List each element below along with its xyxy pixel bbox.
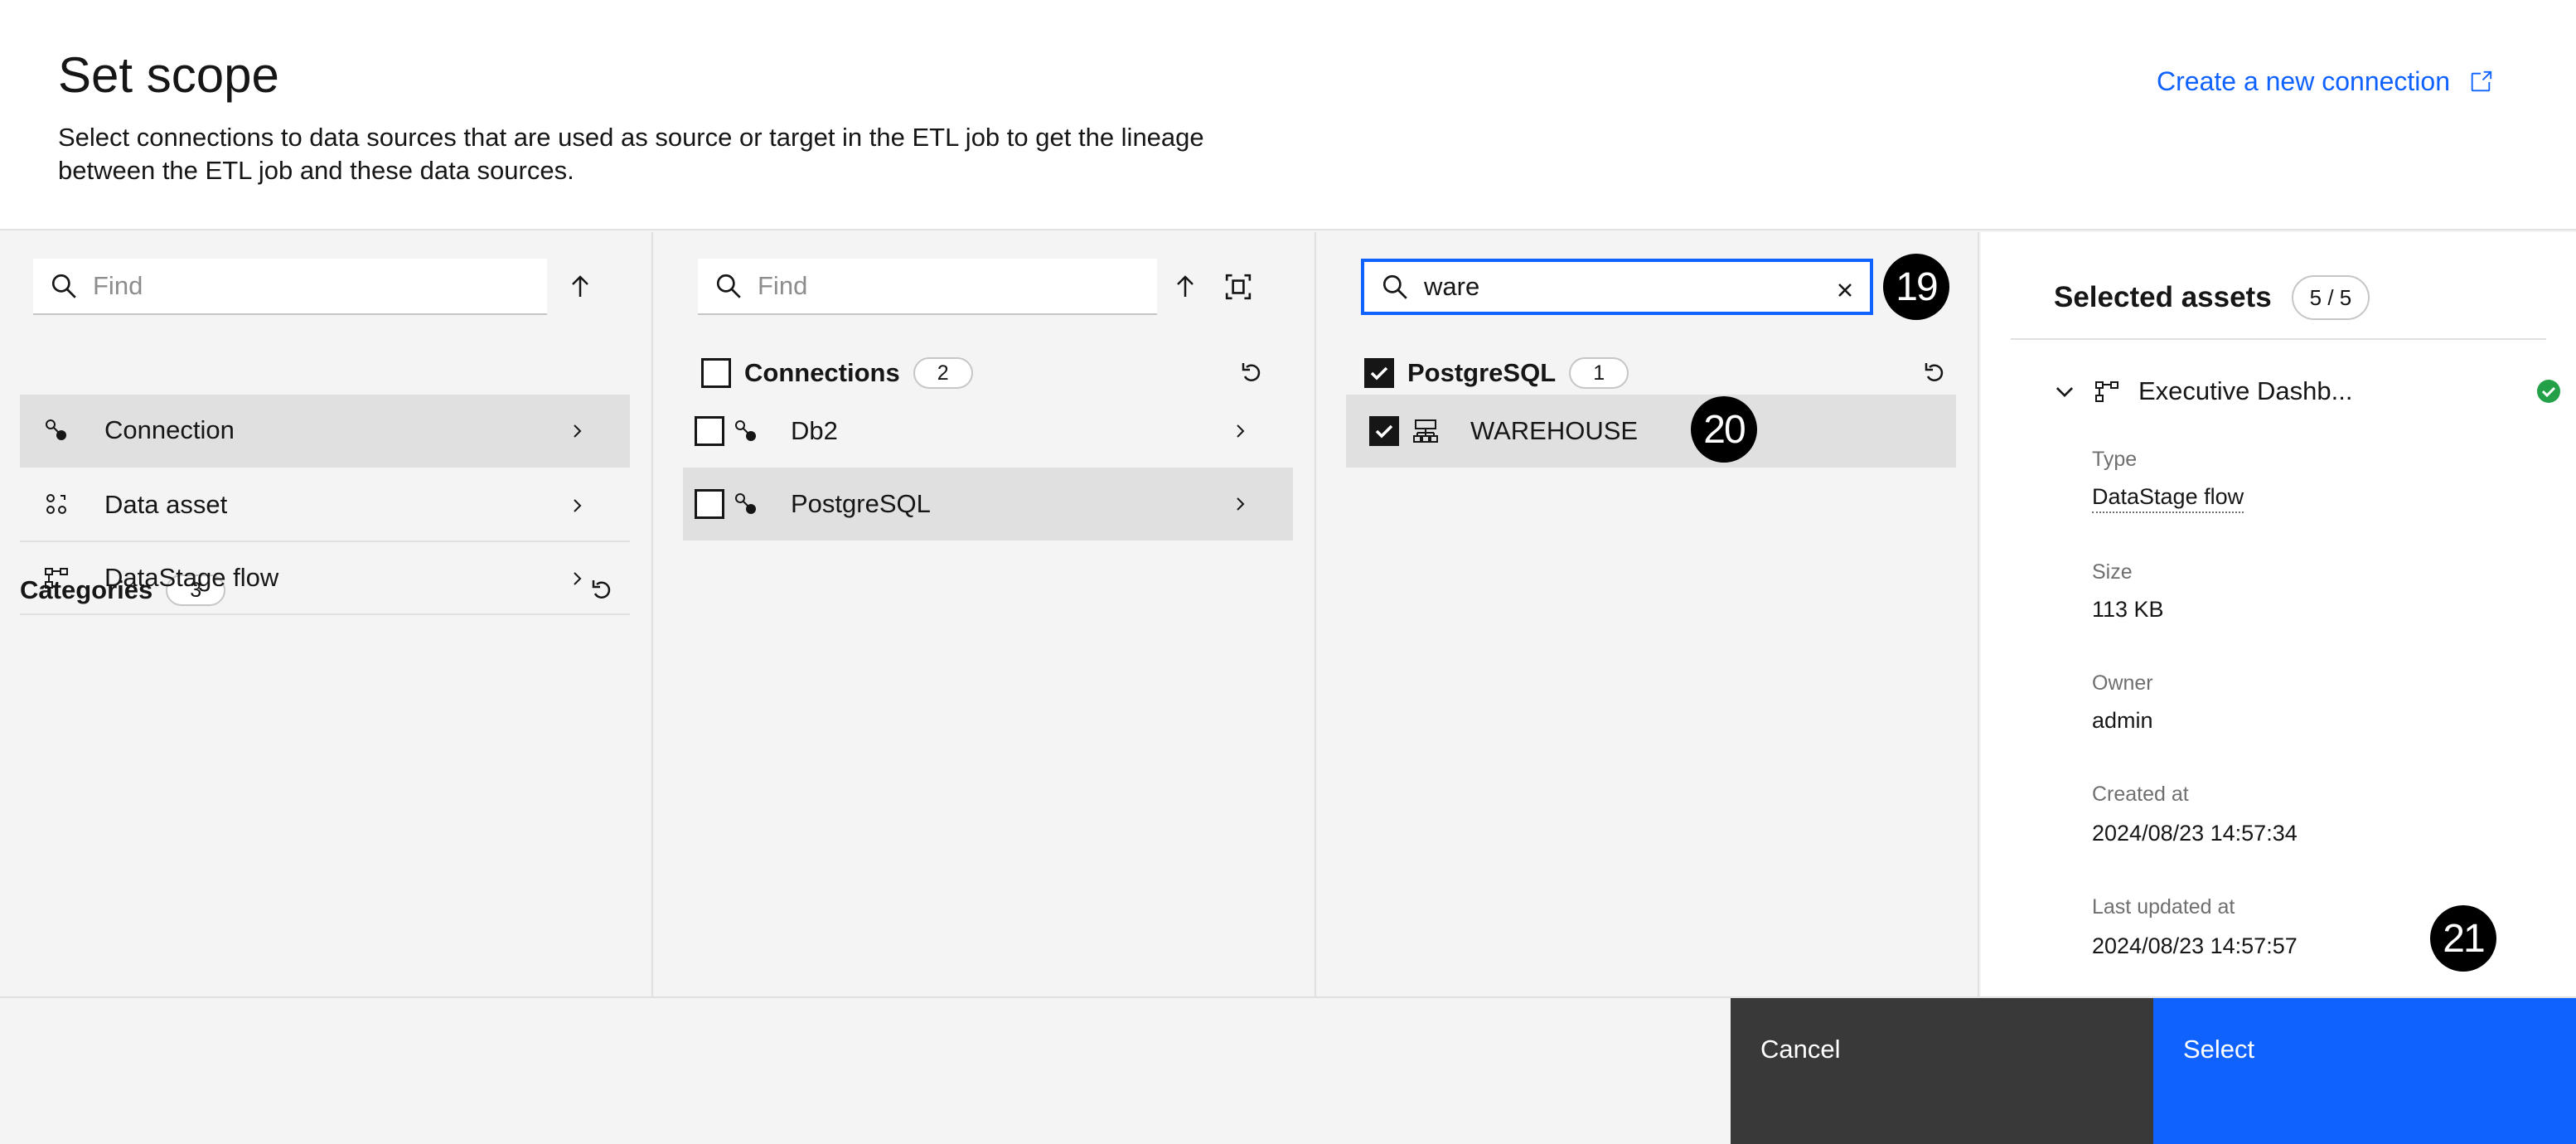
chevron-right-icon [564,565,590,592]
updated-label: Last updated at [2092,895,2235,919]
postgresql-label: PostgreSQL [1407,358,1557,387]
categories-column: Find Categories 3 Connection Data asset … [0,232,653,996]
search-value: ware [1424,272,1480,301]
selected-assets-panel: Selected assets 5 / 5 Executive Dashb...… [1981,232,2576,996]
categories-search-input[interactable]: Find [33,259,547,315]
arrow-up-icon [1177,275,1194,297]
reset-button[interactable] [1911,350,1958,396]
schema-icon [1413,419,1438,443]
checkmark-icon [1370,366,1388,381]
flow-icon [45,568,68,589]
category-item-datastage-flow[interactable]: DataStage flow [20,542,630,615]
divider [2011,338,2546,340]
fit-to-screen-icon [1225,274,1252,300]
category-item-connection[interactable]: Connection [20,395,630,468]
checkmark-icon [1375,424,1393,439]
search-placeholder: Find [93,271,143,300]
select-all-checkbox[interactable] [1364,358,1394,388]
item-checkbox[interactable] [695,489,724,519]
chevron-right-icon [1227,418,1253,444]
created-value: 2024/08/23 14:57:34 [2092,821,2298,846]
modal-footer: Cancel Select [0,996,2576,1144]
search-icon [1382,274,1407,299]
connection-icon [735,420,756,441]
chevron-down-icon[interactable] [2054,381,2075,402]
launch-icon [2471,70,2492,91]
size-label: Size [2092,560,2133,584]
page-title: Set scope [58,47,279,103]
postgresql-header: PostgreSQL 1 [1364,350,1629,396]
category-label: Connection [104,415,235,444]
cancel-button[interactable]: Cancel [1731,998,2153,1144]
connection-label: PostgreSQL [791,489,931,518]
reset-icon [1925,363,1944,382]
arrow-up-icon [572,275,588,297]
page-description: Select connections to data sources that … [58,123,1204,185]
postgresql-column: ware 19 PostgreSQL 1 WAREHOUSE 20 [1318,232,1979,996]
up-arrow-button[interactable] [554,259,607,315]
chevron-right-icon [564,492,590,519]
postgresql-count: 1 [1569,357,1629,389]
owner-value: admin [2092,708,2153,733]
selected-assets-header: Selected assets 5 / 5 [2054,275,2370,320]
flow-icon [2095,381,2118,402]
search-icon [716,274,741,298]
schema-label: WAREHOUSE [1470,416,1639,445]
updated-value: 2024/08/23 14:57:57 [2092,933,2298,958]
reset-icon [1242,363,1261,382]
category-label: DataStage flow [104,563,279,592]
create-connection-label: Create a new connection [2157,66,2450,96]
item-checkbox[interactable] [695,416,724,446]
connection-label: Db2 [791,416,838,445]
annotation-badge-20: 20 [1691,396,1757,463]
reset-button[interactable] [1228,350,1275,396]
connections-column: Find Connections 2 Db2 PostgreSQL [655,232,1316,996]
select-button[interactable]: Select [2153,998,2576,1144]
type-label: Type [2092,448,2138,471]
search-icon [51,274,76,298]
modal-header: Set scope Select connections to data sou… [0,0,2576,230]
connection-icon [735,493,756,514]
create-connection-link[interactable]: Create a new connection [2157,66,2493,97]
connections-header: Connections 2 [701,350,973,396]
connections-label: Connections [744,358,900,387]
fit-view-button[interactable] [1212,259,1265,315]
connections-count: 2 [913,357,973,389]
asset-name: Executive Dashb... [2138,376,2353,405]
connections-search-input[interactable]: Find [698,259,1157,315]
success-checkmark-icon [2537,380,2560,403]
search-placeholder: Find [758,271,808,300]
selected-assets-title: Selected assets [2054,281,2272,313]
size-value: 113 KB [2092,597,2164,622]
category-item-data-asset[interactable]: Data asset [20,469,630,542]
select-all-checkbox[interactable] [701,358,731,388]
connection-item-db2[interactable]: Db2 [683,395,1293,468]
created-label: Created at [2092,783,2189,806]
annotation-badge-21: 21 [2430,905,2496,972]
type-value-link[interactable]: DataStage flow [2092,484,2244,513]
selected-asset-item[interactable]: Executive Dashb... [2054,366,2560,416]
annotation-badge-19: 19 [1883,254,1949,320]
selected-assets-count: 5 / 5 [2291,275,2370,320]
clear-search-button[interactable] [1835,277,1855,307]
chevron-right-icon [564,418,590,444]
connection-icon [46,419,66,440]
up-arrow-button[interactable] [1159,259,1212,315]
chevron-right-icon [1227,491,1253,517]
data-asset-icon [46,494,66,514]
postgresql-search-input[interactable]: ware [1361,259,1873,315]
item-checkbox[interactable] [1369,416,1399,446]
close-icon [1838,284,1852,297]
category-label: Data asset [104,490,228,519]
schema-item-warehouse[interactable]: WAREHOUSE [1346,395,1956,468]
connection-item-postgresql[interactable]: PostgreSQL [683,468,1293,540]
owner-label: Owner [2092,671,2153,695]
